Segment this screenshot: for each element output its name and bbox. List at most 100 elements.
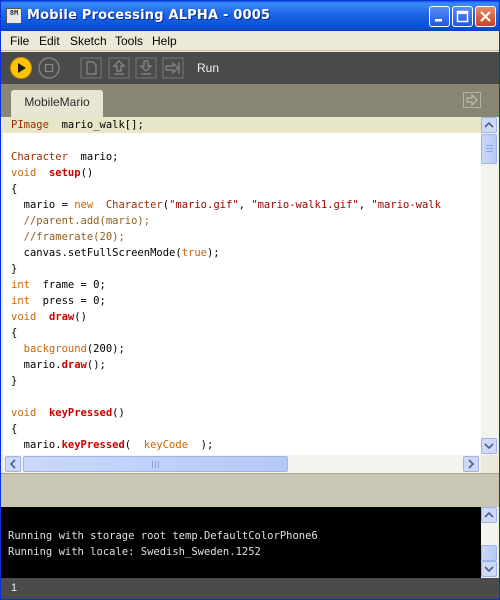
horizontal-scroll-thumb[interactable]	[23, 456, 288, 472]
code-line: void setup()	[3, 165, 481, 181]
close-button[interactable]	[475, 6, 496, 27]
code-token: setup	[48, 167, 81, 179]
console-vertical-scrollbar[interactable]	[481, 507, 498, 578]
console-scroll-up-button[interactable]	[481, 507, 497, 523]
code-token: }	[11, 375, 18, 387]
editor-vertical-scrollbar[interactable]	[481, 117, 498, 455]
chevron-left-icon	[9, 459, 16, 469]
code-token: keyPressed	[48, 407, 113, 419]
scroll-up-button[interactable]	[481, 117, 497, 133]
code-token: draw	[61, 359, 87, 371]
toolbar: Run	[1, 52, 499, 84]
open-button[interactable]	[108, 57, 130, 79]
export-button[interactable]	[162, 57, 184, 79]
line-number-indicator: 1	[11, 582, 18, 594]
new-icon	[86, 61, 97, 75]
code-token: (	[124, 439, 144, 451]
code-line: int frame = 0;	[3, 277, 481, 293]
app-logo-icon: 8M	[6, 8, 22, 24]
tab-mobilemario[interactable]: MobileMario	[11, 90, 103, 117]
code-token: {	[11, 183, 18, 195]
code-token: canvas.setFullScreenMode(	[11, 247, 182, 259]
code-line: canvas.setFullScreenMode(true);	[3, 245, 481, 261]
code-token: ,	[358, 199, 372, 211]
code-token: mario =	[11, 199, 75, 211]
code-token: //parent.add(mario);	[11, 215, 151, 227]
window-title: Mobile Processing ALPHA - 0005	[27, 8, 271, 23]
code-token: keyCode	[143, 439, 189, 451]
code-token: ()	[74, 311, 87, 323]
run-button[interactable]	[10, 57, 32, 79]
code-token: "mario-walk1.gif"	[251, 199, 359, 211]
code-line: }	[3, 373, 481, 389]
scroll-thumb[interactable]	[481, 134, 497, 164]
code-token: Character	[105, 199, 163, 211]
code-token: mario.	[11, 439, 62, 451]
code-token: "mario.gif"	[169, 199, 239, 211]
code-token: mario;	[67, 151, 119, 163]
save-icon	[139, 60, 153, 75]
scrollbar-corner	[481, 455, 499, 473]
code-token: ,	[238, 199, 252, 211]
arrow-right-icon	[466, 93, 478, 107]
code-token: Character	[11, 151, 68, 163]
console[interactable]: Running with storage root temp.DefaultCo…	[1, 507, 481, 578]
code-line: background(200);	[3, 341, 481, 357]
close-icon	[480, 11, 491, 22]
menu-help[interactable]: Help	[150, 33, 179, 49]
chevron-down-icon	[484, 566, 494, 573]
message-area	[1, 473, 499, 507]
tab-menu-button[interactable]	[463, 92, 481, 108]
maximize-button[interactable]	[452, 6, 473, 27]
status-bar: 1	[1, 578, 499, 599]
console-scroll-thumb[interactable]	[481, 545, 497, 561]
scroll-down-button[interactable]	[481, 438, 497, 454]
chevron-up-icon	[484, 511, 494, 518]
code-line: {	[3, 181, 481, 197]
menu-edit[interactable]: Edit	[37, 33, 62, 49]
title-bar[interactable]: 8M Mobile Processing ALPHA - 0005	[1, 1, 499, 31]
minimize-icon	[435, 19, 442, 22]
scroll-left-button[interactable]	[5, 456, 21, 472]
code-token: );	[188, 439, 214, 451]
code-line: //framerate(20);	[3, 229, 481, 245]
code-token: keyPressed	[61, 439, 125, 451]
code-line: int press = 0;	[3, 293, 481, 309]
code-line: PImage mario_walk[];	[3, 117, 481, 133]
stop-button[interactable]	[38, 57, 60, 79]
code-token: ();	[86, 359, 106, 371]
save-button[interactable]	[135, 57, 157, 79]
code-line: void draw()	[3, 309, 481, 325]
code-token: {	[11, 423, 18, 435]
code-line: mario = new Character("mario.gif", "mari…	[3, 197, 481, 213]
code-line: void keyPressed()	[3, 405, 481, 421]
code-token: );	[206, 247, 220, 259]
menu-file[interactable]: File	[8, 33, 31, 49]
menu-tools[interactable]: Tools	[113, 33, 145, 49]
code-token: true	[181, 247, 207, 259]
maximize-icon	[456, 10, 469, 23]
code-token: new	[74, 199, 94, 211]
console-line: Running with storage root temp.DefaultCo…	[8, 530, 318, 542]
code-token: void	[11, 167, 37, 179]
code-token: ()	[80, 167, 94, 179]
new-button[interactable]	[80, 57, 102, 79]
minimize-button[interactable]	[429, 6, 450, 27]
code-line: mario.draw();	[3, 357, 481, 373]
toolbar-status-label: Run	[197, 61, 220, 75]
scroll-right-button[interactable]	[463, 456, 479, 472]
code-token: int	[11, 279, 30, 291]
editor-horizontal-scrollbar[interactable]	[3, 455, 481, 473]
console-scroll-down-button[interactable]	[481, 561, 497, 577]
code-token: ()	[112, 407, 125, 419]
code-editor[interactable]: PImage mario_walk[]; Character mario; void…	[3, 117, 481, 455]
menu-sketch[interactable]: Sketch	[68, 33, 109, 49]
console-line: Running with locale: Swedish_Sweden.1252	[8, 546, 261, 558]
chevron-up-icon	[484, 121, 494, 128]
